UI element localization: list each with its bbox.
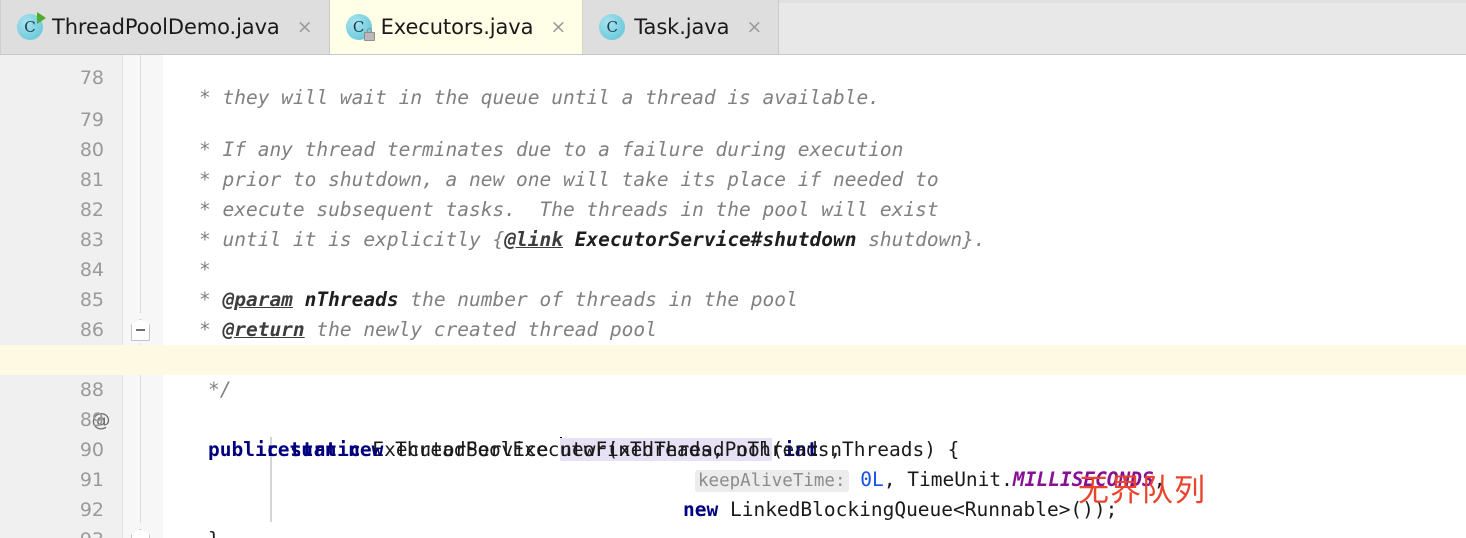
java-class-icon: C <box>599 14 626 40</box>
tab-threadpooldemo[interactable]: C ThreadPoolDemo.java × <box>0 0 330 54</box>
code-line-80[interactable]: 80 * prior to shutdown, a new one will t… <box>0 105 1466 191</box>
java-class-readonly-icon: C <box>345 14 375 41</box>
code-line-88[interactable]: 88 @ public static ExecutorService newFi… <box>0 345 1466 461</box>
code-line-92[interactable]: 92 } <box>0 465 1466 538</box>
code-line-93[interactable]: 93 <box>0 495 1466 538</box>
tab-label: ThreadPoolDemo.java <box>52 15 280 39</box>
code-line-81[interactable]: 81 * execute subsequent tasks. The threa… <box>0 135 1466 221</box>
editor-tab-bar: C ThreadPoolDemo.java × C Executors.java… <box>0 0 1466 55</box>
code-line-87[interactable]: 87 */ <box>0 315 1466 401</box>
code-lines: 78 * they will wait in the queue until a… <box>0 55 1466 538</box>
annotation-note-unbounded-queue: 无界队列 <box>1078 473 1206 509</box>
java-class-runnable-icon: C <box>17 12 46 40</box>
tab-executors[interactable]: C Executors.java × <box>329 0 584 54</box>
tab-close-icon[interactable]: × <box>295 17 315 37</box>
code-editor[interactable]: 78 * they will wait in the queue until a… <box>0 55 1466 538</box>
tab-close-icon[interactable]: × <box>744 17 764 37</box>
code-line-84[interactable]: 84 * @param nThreads the number of threa… <box>0 225 1466 311</box>
lock-badge-icon <box>363 28 375 41</box>
tab-task[interactable]: C Task.java × <box>583 0 780 54</box>
code-line-83[interactable]: 83 * <box>0 195 1466 281</box>
tab-bar-empty-area <box>779 0 1466 54</box>
tab-label: Task.java <box>634 15 730 39</box>
code-line-90[interactable]: 90 keepAliveTime: 0L, TimeUnit.MILLISECO… <box>0 405 1466 492</box>
code-line-89[interactable]: 89 return new ThreadPoolExecutor(nThread… <box>0 375 1466 461</box>
class-icon-letter: C <box>606 18 619 36</box>
code-line-85[interactable]: 85 * @return the newly created thread po… <box>0 255 1466 341</box>
code-line-82[interactable]: 82 * until it is explicitly {@link Execu… <box>0 165 1466 251</box>
code-line-94[interactable]: 94 /** <box>0 525 1466 538</box>
run-arrow-badge-icon <box>37 12 46 24</box>
tab-label: Executors.java <box>380 15 534 39</box>
code-line-78[interactable]: 78 * they will wait in the queue until a… <box>0 55 1466 108</box>
code-line-91[interactable]: 91 new LinkedBlockingQueue<Runnable>()); <box>0 435 1466 521</box>
code-line-86[interactable]: 86 * @throws IllegalArgumentException if… <box>0 285 1466 371</box>
tab-close-icon[interactable]: × <box>548 17 568 37</box>
code-line-79[interactable]: 79 * If any thread terminates due to a f… <box>0 75 1466 161</box>
